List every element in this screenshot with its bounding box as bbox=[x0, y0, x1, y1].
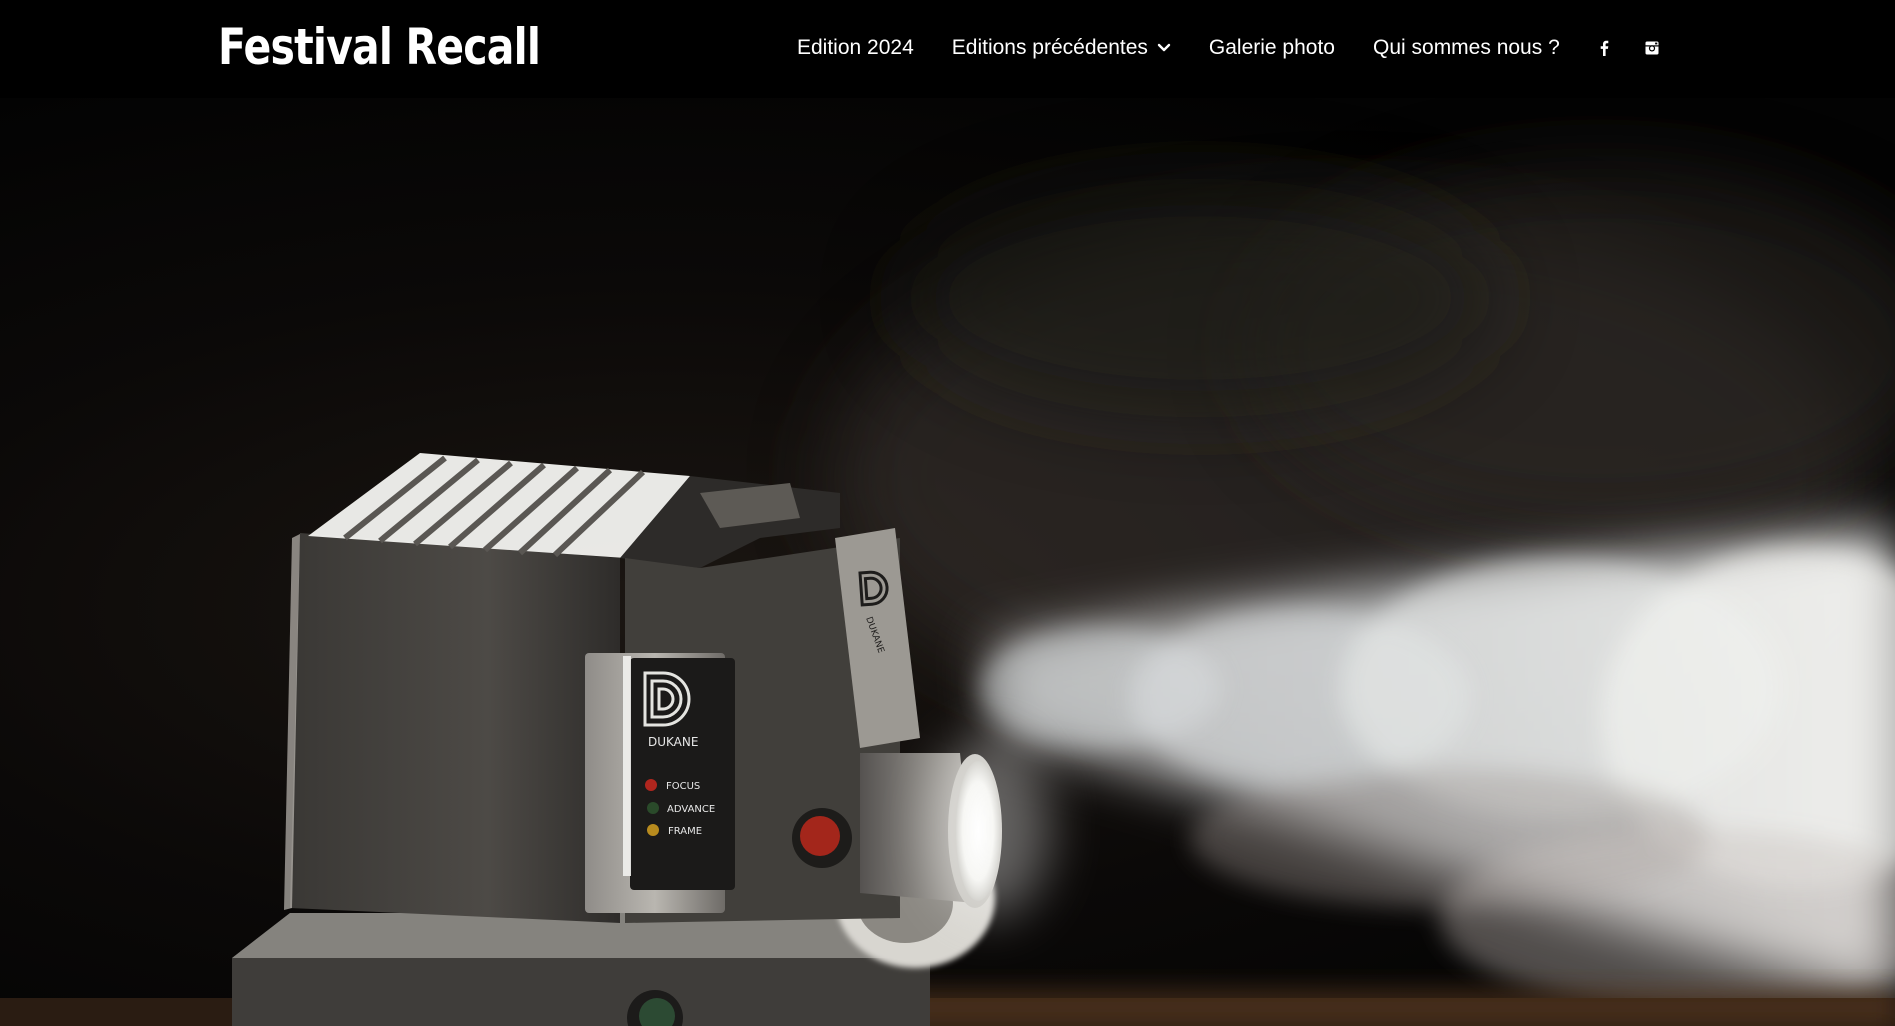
social-links bbox=[1596, 39, 1660, 57]
nav-item-qui-sommes-nous[interactable]: Qui sommes nous ? bbox=[1373, 36, 1560, 60]
control-label-frame: FRAME bbox=[668, 826, 702, 837]
main-nav: Edition 2024 Editions précédentes Galeri… bbox=[797, 30, 1660, 66]
nav-item-label: Edition 2024 bbox=[797, 36, 914, 59]
projector-illustration: DUKANE FOCUS ADVANCE FRAME DUKANE bbox=[0, 168, 1895, 1026]
site-logo[interactable]: Festival Recall bbox=[218, 14, 541, 80]
control-label-advance: ADVANCE bbox=[667, 804, 715, 815]
facebook-icon[interactable] bbox=[1596, 39, 1612, 57]
page: Festival Recall Edition 2024 Editions pr… bbox=[0, 0, 1895, 1026]
instagram-icon[interactable] bbox=[1644, 39, 1660, 57]
nav-item-label: Qui sommes nous ? bbox=[1373, 36, 1560, 59]
nav-item-edition-2024[interactable]: Edition 2024 bbox=[797, 36, 914, 60]
nav-item-label: Editions précédentes bbox=[951, 36, 1148, 59]
control-label-focus: FOCUS bbox=[666, 781, 700, 792]
nav-item-label: Galerie photo bbox=[1208, 36, 1335, 59]
nav-item-editions-precedentes[interactable]: Editions précédentes bbox=[952, 36, 1171, 60]
projector-brand-label: DUKANE bbox=[648, 735, 698, 749]
nav-item-galerie-photo[interactable]: Galerie photo bbox=[1209, 36, 1335, 60]
site-header: Festival Recall Edition 2024 Editions pr… bbox=[0, 0, 1895, 98]
hero-image: DUKANE FOCUS ADVANCE FRAME DUKANE bbox=[0, 98, 1895, 1026]
chevron-down-icon bbox=[1157, 43, 1171, 52]
